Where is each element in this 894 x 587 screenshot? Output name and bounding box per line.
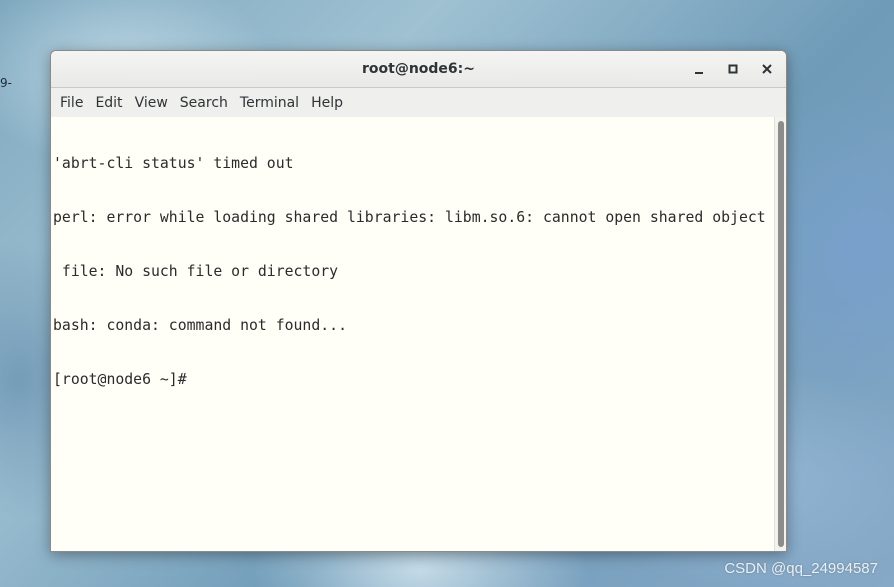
title-bar[interactable]: root@node6:~ [51,51,786,88]
terminal-line: perl: error while loading shared librari… [53,209,766,226]
terminal-line: bash: conda: command not found... [53,317,347,334]
minimize-button[interactable] [689,59,709,79]
menu-edit[interactable]: Edit [89,95,128,111]
desktop-icon-label: 9- [0,76,12,90]
maximize-button[interactable] [723,59,743,79]
menu-file[interactable]: File [54,95,89,111]
terminal-line: 'abrt-cli status' timed out [53,155,294,172]
menu-bar: File Edit View Search Terminal Help [51,88,786,118]
desktop-background: 9- root@node6:~ File Edit View Search Te… [0,0,894,587]
terminal-line: file: No such file or directory [53,263,339,280]
scrollbar-thumb[interactable] [778,121,784,547]
watermark: CSDN @qq_24994587 [724,560,878,577]
terminal-window[interactable]: root@node6:~ File Edit View Search Termi… [50,50,787,552]
menu-search[interactable]: Search [174,95,234,111]
vertical-scrollbar[interactable] [774,117,786,551]
menu-terminal[interactable]: Terminal [234,95,305,111]
minimize-icon [695,72,703,74]
terminal-prompt[interactable]: [root@node6 ~]# [53,371,774,389]
terminal-output[interactable]: 'abrt-cli status' timed out perl: error … [51,117,774,551]
menu-view[interactable]: View [129,95,174,111]
menu-help[interactable]: Help [305,95,349,111]
maximize-icon [728,64,738,74]
close-button[interactable] [757,59,777,79]
close-icon [762,64,772,74]
window-title: root@node6:~ [361,61,475,77]
